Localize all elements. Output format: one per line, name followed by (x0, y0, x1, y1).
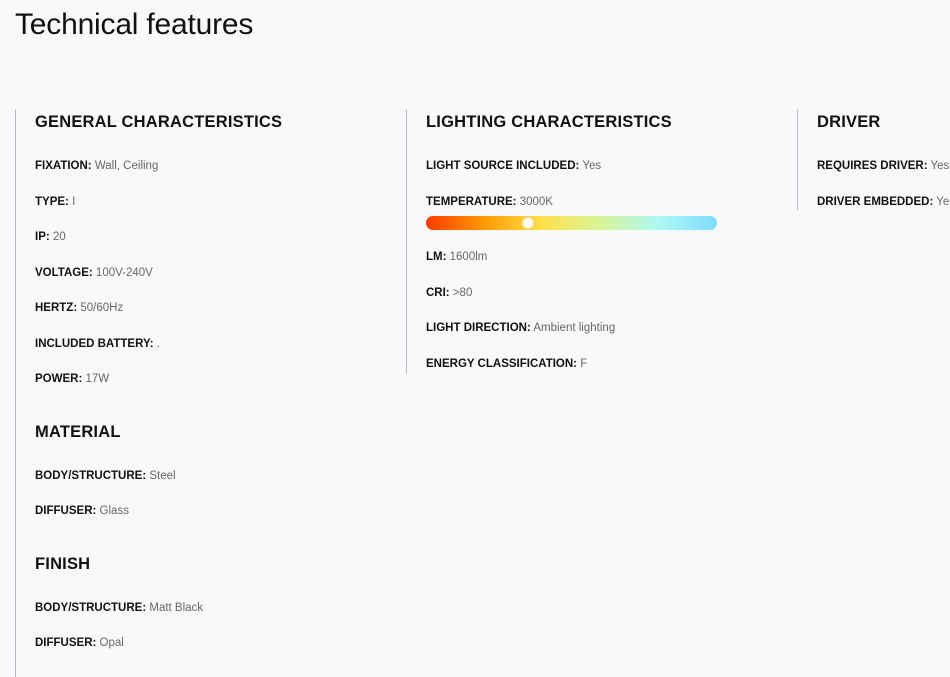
spec-value: F (580, 357, 588, 370)
spec-material-diffuser: DIFFUSER: Glass (35, 504, 405, 518)
spec-value: Yes (930, 160, 950, 172)
spec-fixation: FIXATION: Wall, Ceiling (35, 159, 405, 173)
spec-value: 1600lm (449, 251, 488, 263)
spec-value: Steel (149, 469, 176, 482)
spec-driver-embedded: DRIVER EMBEDDED: Yes (817, 195, 950, 209)
section-title-finish: FINISH (35, 554, 91, 573)
spec-key: BODY/STRUCTURE: (35, 469, 147, 482)
spec-light-source-included: LIGHT SOURCE INCLUDED: Yes (426, 159, 796, 173)
spec-key: LIGHT SOURCE INCLUDED: (426, 160, 580, 172)
spec-value: 20 (52, 231, 66, 243)
spec-value: Wall, Ceiling (94, 160, 159, 172)
spec-finish-diffuser: DIFFUSER: Opal (35, 636, 405, 650)
page-title: Technical features (15, 8, 254, 41)
spec-value: Matt Black (149, 601, 204, 614)
spec-cri: CRI: >80 (426, 286, 796, 300)
spec-key: LIGHT DIRECTION: (426, 322, 531, 334)
spec-included-battery: INCLUDED BATTERY: . (35, 337, 405, 351)
spec-key: DRIVER EMBEDDED: (817, 195, 934, 208)
spec-list-finish: BODY/STRUCTURE: Matt Black DIFFUSER: Opa… (35, 601, 405, 651)
spec-list-general: FIXATION: Wall, Ceiling TYPE: I IP: 20 V… (35, 159, 405, 386)
spec-key: TYPE: (35, 195, 69, 208)
spec-value: Yes (582, 160, 602, 172)
spec-material-body: BODY/STRUCTURE: Steel (35, 469, 405, 483)
spec-key: CRI: (426, 286, 450, 299)
spec-key: INCLUDED BATTERY: (35, 337, 154, 350)
spec-key: DIFFUSER: (35, 637, 97, 649)
spec-requires-driver: REQUIRES DRIVER: Yes (817, 159, 950, 173)
spec-key: BODY/STRUCTURE: (35, 601, 147, 614)
section-title-general: GENERAL CHARACTERISTICS (35, 113, 283, 131)
spec-key: HERTZ: (35, 302, 78, 314)
spec-key: FIXATION: (35, 160, 92, 172)
spec-value: >80 (452, 286, 473, 299)
spec-value: 3000K (519, 195, 553, 208)
spec-list-driver: REQUIRES DRIVER: Yes DRIVER EMBEDDED: Ye… (817, 159, 950, 209)
spec-value: Yes (936, 195, 950, 208)
section-title-driver: DRIVER (817, 113, 881, 131)
spec-voltage: VOLTAGE: 100V-240V (35, 266, 405, 280)
spec-list-material: BODY/STRUCTURE: Steel DIFFUSER: Glass (35, 469, 405, 519)
spec-ip: IP: 20 (35, 230, 405, 244)
spec-key: TEMPERATURE: (426, 195, 517, 208)
spec-value: 17W (85, 373, 110, 385)
spec-finish-body: BODY/STRUCTURE: Matt Black (35, 601, 405, 615)
column-driver: DRIVER REQUIRES DRIVER: Yes DRIVER EMBED… (797, 109, 950, 210)
spec-list-lighting: LIGHT SOURCE INCLUDED: Yes TEMPERATURE: … (426, 159, 796, 371)
spec-key: IP: (35, 231, 50, 243)
spec-light-direction: LIGHT DIRECTION: Ambient lighting (426, 321, 796, 335)
spec-type: TYPE: I (35, 195, 405, 209)
spec-value: Glass (99, 505, 129, 517)
color-temperature-scale (426, 216, 717, 230)
spec-lumens: LM: 1600lm (426, 250, 796, 264)
section-title-lighting: LIGHTING CHARACTERISTICS (426, 113, 672, 131)
spec-key: REQUIRES DRIVER: (817, 160, 928, 172)
spec-value: . (156, 337, 161, 350)
section-title-material: MATERIAL (35, 422, 121, 441)
spec-temperature: TEMPERATURE: 3000K (426, 195, 796, 209)
spec-value: 50/60Hz (80, 302, 124, 314)
spec-key: POWER: (35, 373, 83, 385)
spec-key: VOLTAGE: (35, 266, 93, 279)
spec-key: LM: (426, 251, 447, 263)
column-general: GENERAL CHARACTERISTICS FIXATION: Wall, … (15, 109, 405, 677)
spec-power: POWER: 17W (35, 372, 405, 386)
spec-key: DIFFUSER: (35, 505, 97, 517)
spec-hertz: HERTZ: 50/60Hz (35, 301, 405, 315)
spec-value: 100V-240V (95, 266, 153, 279)
column-lighting: LIGHTING CHARACTERISTICS LIGHT SOURCE IN… (406, 109, 796, 374)
color-temperature-marker (522, 217, 534, 229)
spec-energy-classification: ENERGY CLASSIFICATION: F (426, 357, 796, 371)
spec-value: Ambient lighting (533, 322, 616, 334)
spec-value: I (72, 195, 76, 208)
spec-key: ENERGY CLASSIFICATION: (426, 357, 577, 370)
spec-value: Opal (99, 637, 124, 649)
